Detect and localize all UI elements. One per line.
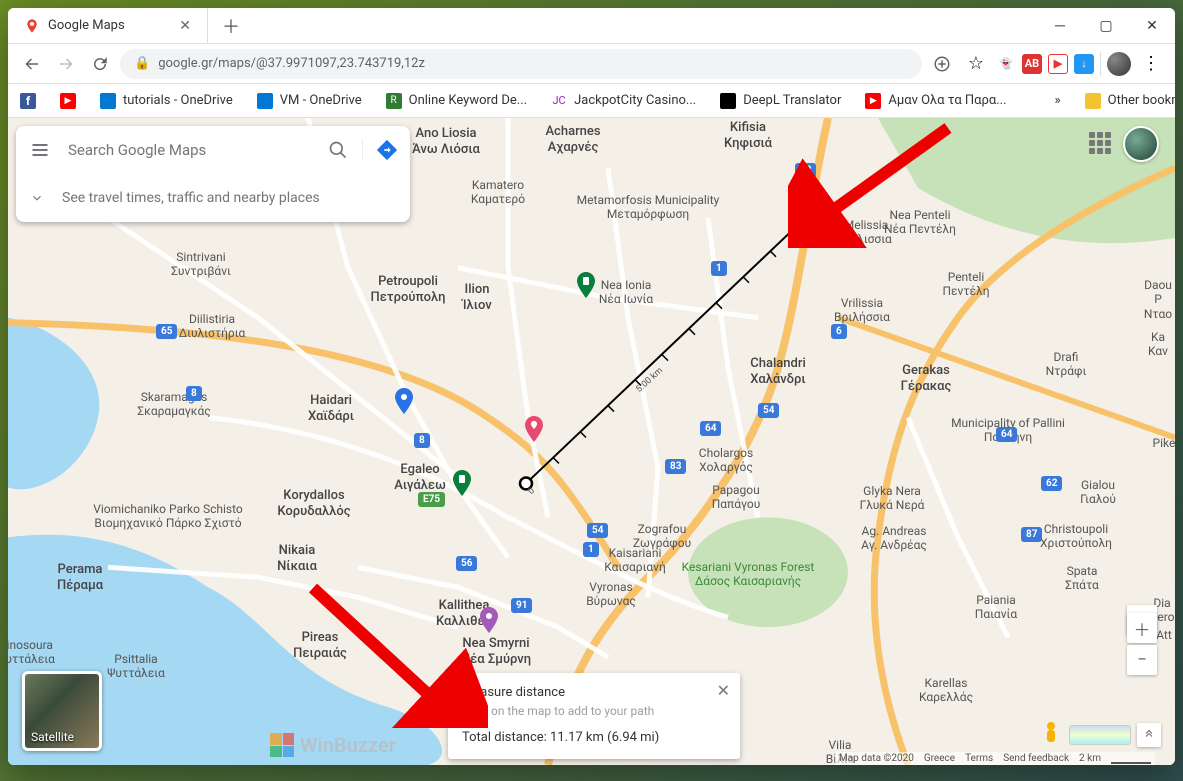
road-shield: 62 [1041,476,1062,491]
install-app-icon[interactable] [928,50,956,78]
google-maps-icon [24,18,40,34]
imagery-button[interactable] [1069,725,1131,745]
expand-imagery-button[interactable] [1137,723,1161,747]
bookmark-item[interactable]: JCJackpotCity Casino... [551,93,696,109]
bookmark-item[interactable]: ▶ [60,93,76,109]
measure-distance-card: ✕ Measure distance Click on the map to a… [448,673,740,759]
window-controls: ─ ▢ ✕ [1037,8,1175,43]
lock-icon: 🔒 [134,56,150,71]
road-shield: 64 [700,421,721,436]
zoom-controls: ＋ − [1127,613,1157,675]
close-tab-icon[interactable]: ✕ [179,18,191,34]
star-icon[interactable]: ☆ [962,50,990,78]
pin-purple[interactable] [480,607,498,633]
road-shield: 54 [758,403,779,418]
road-shield: 64 [996,427,1017,442]
map-footer: Map data ©2020 Greece Terms Send feedbac… [835,752,1155,765]
new-tab-button[interactable]: ＋ [208,8,254,43]
extension-adblock[interactable]: AB [1022,54,1042,74]
map-canvas[interactable]: 0 5.00 km 11.17 km Ano LiosiaΆνω ΛιόσιαA… [8,118,1175,765]
directions-button[interactable] [362,139,410,161]
watermark: WinBuzzer [270,733,396,757]
close-measure-icon[interactable]: ✕ [717,681,730,700]
bookmarks-bar: f ▶ tutorials - OneDrive VM - OneDrive R… [8,84,1175,118]
bookmarks-overflow[interactable]: » [1055,93,1061,108]
road-shield: 54 [587,523,608,538]
zoom-in-button[interactable]: ＋ [1127,613,1157,643]
bottom-imagery-strip [1039,719,1161,751]
road-shield: E75 [418,492,445,507]
extension-video[interactable]: ▶ [1048,54,1068,74]
road-shield: 87 [1021,527,1042,542]
browser-tab[interactable]: Google Maps ✕ [8,8,208,43]
measure-total: Total distance: 11.17 km (6.94 mi) [462,730,726,745]
pin-blue[interactable] [395,388,413,414]
bookmark-item[interactable]: VM - OneDrive [257,93,362,109]
tab-title: Google Maps [48,18,125,33]
bookmark-item[interactable]: DeepL Translator [720,93,841,109]
profile-avatar-chrome[interactable] [1107,52,1131,76]
satellite-toggle[interactable]: Satellite [22,671,102,751]
measure-title: Measure distance [462,685,726,700]
road-shield: 83 [665,459,686,474]
close-window-button[interactable]: ✕ [1129,8,1175,43]
measure-hint: Click on the map to add to your path [462,704,726,718]
extension-ghostery[interactable]: 👻 [996,54,1016,74]
road-shield: 83 [795,163,816,178]
back-button[interactable] [18,50,46,78]
pegman-icon[interactable] [1039,719,1063,751]
google-apps-icon[interactable] [1089,132,1111,154]
zoom-out-button[interactable]: − [1127,645,1157,675]
road-shield: 1 [583,542,599,557]
road-shield: 91 [511,598,532,613]
road-shield: 8 [186,386,202,401]
menu-button[interactable] [16,140,64,160]
search-input[interactable] [64,141,314,159]
bookmark-item[interactable]: tutorials - OneDrive [100,93,233,109]
pin-red[interactable] [525,416,543,442]
url-text: google.gr/maps/@37.9971097,23.743719,12z [158,56,425,71]
minimize-button[interactable]: ─ [1037,8,1083,43]
bookmark-item[interactable]: ROnline Keyword De... [386,93,527,109]
user-avatar[interactable] [1123,126,1159,162]
browser-window: Google Maps ✕ ＋ ─ ▢ ✕ 🔒 google.gr/maps/@… [8,8,1175,765]
pin-green[interactable] [453,470,471,496]
url-box[interactable]: 🔒 google.gr/maps/@37.9971097,23.743719,1… [120,49,922,79]
road-shield: 65 [156,324,177,339]
bookmark-item[interactable]: ▶Αμαν Ολα τα Παρα... [865,93,1006,109]
road-shield: 8 [414,433,430,448]
chevron-down-icon [30,191,44,205]
other-bookmarks[interactable]: Other bookmarks [1085,93,1175,109]
road-shield: 6 [831,324,847,339]
search-card: See travel times, traffic and nearby pla… [16,126,410,222]
pin-green[interactable] [577,272,595,298]
address-bar: 🔒 google.gr/maps/@37.9971097,23.743719,1… [8,44,1175,84]
bookmark-item[interactable]: f [20,93,36,109]
extension-download[interactable]: ↓ [1074,54,1094,74]
chrome-menu-icon[interactable]: ⋮ [1137,50,1165,78]
maximize-button[interactable]: ▢ [1083,8,1129,43]
road-shield: 1 [711,261,727,276]
road-shield: 56 [456,556,477,571]
reload-button[interactable] [86,50,114,78]
search-detail-row[interactable]: See travel times, traffic and nearby pla… [16,174,410,222]
tab-bar: Google Maps ✕ ＋ ─ ▢ ✕ [8,8,1175,44]
search-icon[interactable] [314,140,362,160]
forward-button[interactable] [52,50,80,78]
